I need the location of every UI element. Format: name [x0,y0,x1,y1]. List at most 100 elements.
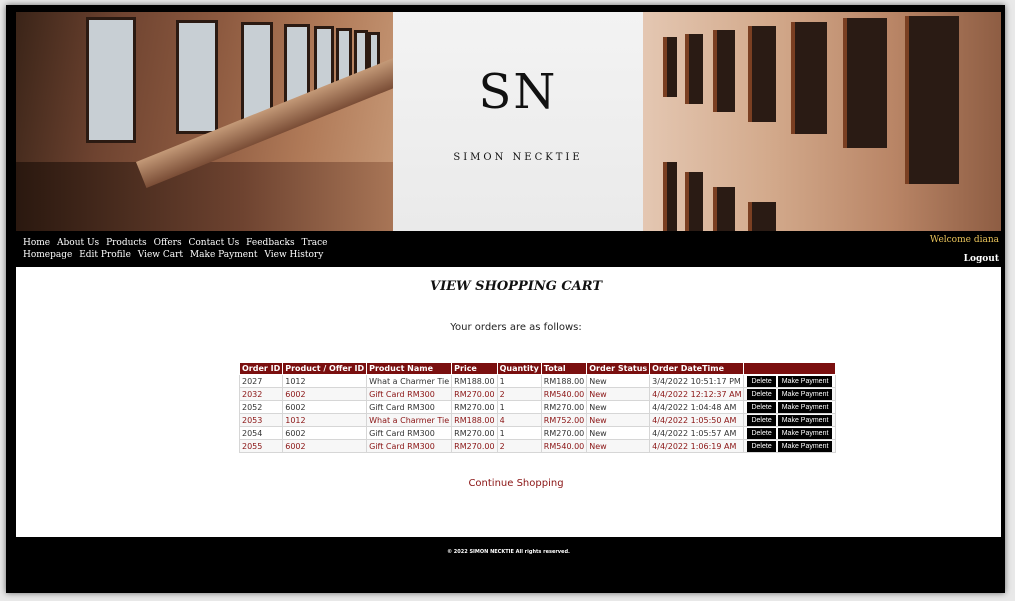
nav-offers[interactable]: Offers [154,238,182,248]
table-row: 2027 1012 What a Charmer Tie RM188.00 1 … [238,374,837,388]
cell-price: RM270.00 [451,387,498,401]
logo-name: SIMON NECKTIE [453,152,583,163]
cell-status: New [586,426,651,440]
cell-total: RM752.00 [540,413,588,427]
nav-about-us[interactable]: About Us [57,238,99,248]
banner-logo-panel: SN SIMON NECKTIE [393,12,643,231]
nav-view-cart[interactable]: View Cart [138,250,183,260]
cell-actions: Delete Make Payment [743,400,837,414]
cell-total: RM270.00 [540,400,588,414]
cell-status: New [586,439,651,453]
cell-status: New [586,400,651,414]
cell-actions: Delete Make Payment [743,387,837,401]
cell-total: RM540.00 [540,439,588,453]
nav-row-account: Homepage Edit Profile View Cart Make Pay… [23,250,327,260]
nav-homepage[interactable]: Homepage [23,250,72,260]
logout-link[interactable]: Logout [964,254,999,264]
table-row: 2052 6002 Gift Card RM300 RM270.00 1 RM2… [238,400,837,414]
cell-order-id: 2053 [238,413,284,427]
cell-price: RM188.00 [451,413,498,427]
nav-products[interactable]: Products [106,238,147,248]
cell-product-id: 6002 [282,400,368,414]
cell-product-name: Gift Card RM300 [366,426,453,440]
cell-quantity: 1 [496,400,542,414]
delete-button[interactable]: Delete [747,414,776,426]
cell-order-id: 2052 [238,400,284,414]
make-payment-button[interactable]: Make Payment [777,440,833,452]
delete-button[interactable]: Delete [747,388,776,400]
cell-price: RM270.00 [451,400,498,414]
cell-datetime: 4/4/2022 12:12:37 AM [649,387,745,401]
orders-intro-text: Your orders are as follows: [450,322,582,333]
nav-trace[interactable]: Trace [301,238,327,248]
col-order-id: Order ID [238,362,284,375]
cell-quantity: 2 [496,387,542,401]
cell-product-name: Gift Card RM300 [366,387,453,401]
header-banner: SN SIMON NECKTIE [16,12,1001,231]
cell-status: New [586,374,651,388]
delete-button[interactable]: Delete [747,375,776,387]
orders-table: Order ID Product / Offer ID Product Name… [238,362,837,453]
cell-status: New [586,413,651,427]
nav-home[interactable]: Home [23,238,50,248]
make-payment-button[interactable]: Make Payment [777,388,833,400]
cell-product-name: Gift Card RM300 [366,439,453,453]
cell-total: RM188.00 [540,374,588,388]
cell-datetime: 4/4/2022 1:05:50 AM [649,413,745,427]
table-row: 2053 1012 What a Charmer Tie RM188.00 4 … [238,413,837,427]
page-title: VIEW SHOPPING CART [429,279,603,294]
table-header-row: Order ID Product / Offer ID Product Name… [238,362,837,375]
cell-status: New [586,387,651,401]
cell-actions: Delete Make Payment [743,439,837,453]
nav-view-history[interactable]: View History [264,250,323,260]
delete-button[interactable]: Delete [747,427,776,439]
nav-make-payment[interactable]: Make Payment [190,250,258,260]
logo-mark[interactable]: SN [393,64,643,120]
cell-product-id: 6002 [282,439,368,453]
nav-feedbacks[interactable]: Feedbacks [246,238,294,248]
copyright-text: © 2022 SIMON NECKTIE All rights reserved… [447,549,570,555]
banner-building-right [643,12,1001,231]
continue-shopping-link[interactable]: Continue Shopping [16,478,1015,489]
col-price: Price [451,362,498,375]
col-order-datetime: Order DateTime [649,362,745,375]
nav-contact-us[interactable]: Contact Us [188,238,239,248]
make-payment-button[interactable]: Make Payment [777,401,833,413]
cell-order-id: 2055 [238,439,284,453]
cell-price: RM270.00 [451,439,498,453]
cell-product-id: 1012 [282,374,368,388]
cell-datetime: 3/4/2022 10:51:17 PM [649,374,745,388]
make-payment-button[interactable]: Make Payment [777,427,833,439]
footer: © 2022 SIMON NECKTIE All rights reserved… [16,537,1001,587]
delete-button[interactable]: Delete [747,401,776,413]
cell-product-id: 6002 [282,426,368,440]
make-payment-button[interactable]: Make Payment [777,375,833,387]
cell-quantity: 1 [496,374,542,388]
cell-product-id: 1012 [282,413,368,427]
col-actions [743,362,837,375]
cell-datetime: 4/4/2022 1:05:57 AM [649,426,745,440]
delete-button[interactable]: Delete [747,440,776,452]
cell-actions: Delete Make Payment [743,413,837,427]
col-total: Total [540,362,588,375]
cell-price: RM270.00 [451,426,498,440]
col-product-name: Product Name [366,362,453,375]
cell-product-name: What a Charmer Tie [366,413,453,427]
cell-datetime: 4/4/2022 1:04:48 AM [649,400,745,414]
nav-edit-profile[interactable]: Edit Profile [79,250,131,260]
screenshot-frame: SN SIMON NECKTIE Home About Us Products … [0,0,1015,601]
cell-product-name: Gift Card RM300 [366,400,453,414]
cell-actions: Delete Make Payment [743,426,837,440]
cell-order-id: 2027 [238,374,284,388]
cell-quantity: 2 [496,439,542,453]
cell-price: RM188.00 [451,374,498,388]
col-quantity: Quantity [496,362,542,375]
banner-building-left [16,12,407,231]
cell-quantity: 1 [496,426,542,440]
make-payment-button[interactable]: Make Payment [777,414,833,426]
welcome-message: Welcome diana [929,235,999,245]
cell-datetime: 4/4/2022 1:06:19 AM [649,439,745,453]
table-row: 2055 6002 Gift Card RM300 RM270.00 2 RM5… [238,439,837,453]
nav-row-main: Home About Us Products Offers Contact Us… [23,238,331,248]
navigation-bar: Home About Us Products Offers Contact Us… [16,231,1001,267]
